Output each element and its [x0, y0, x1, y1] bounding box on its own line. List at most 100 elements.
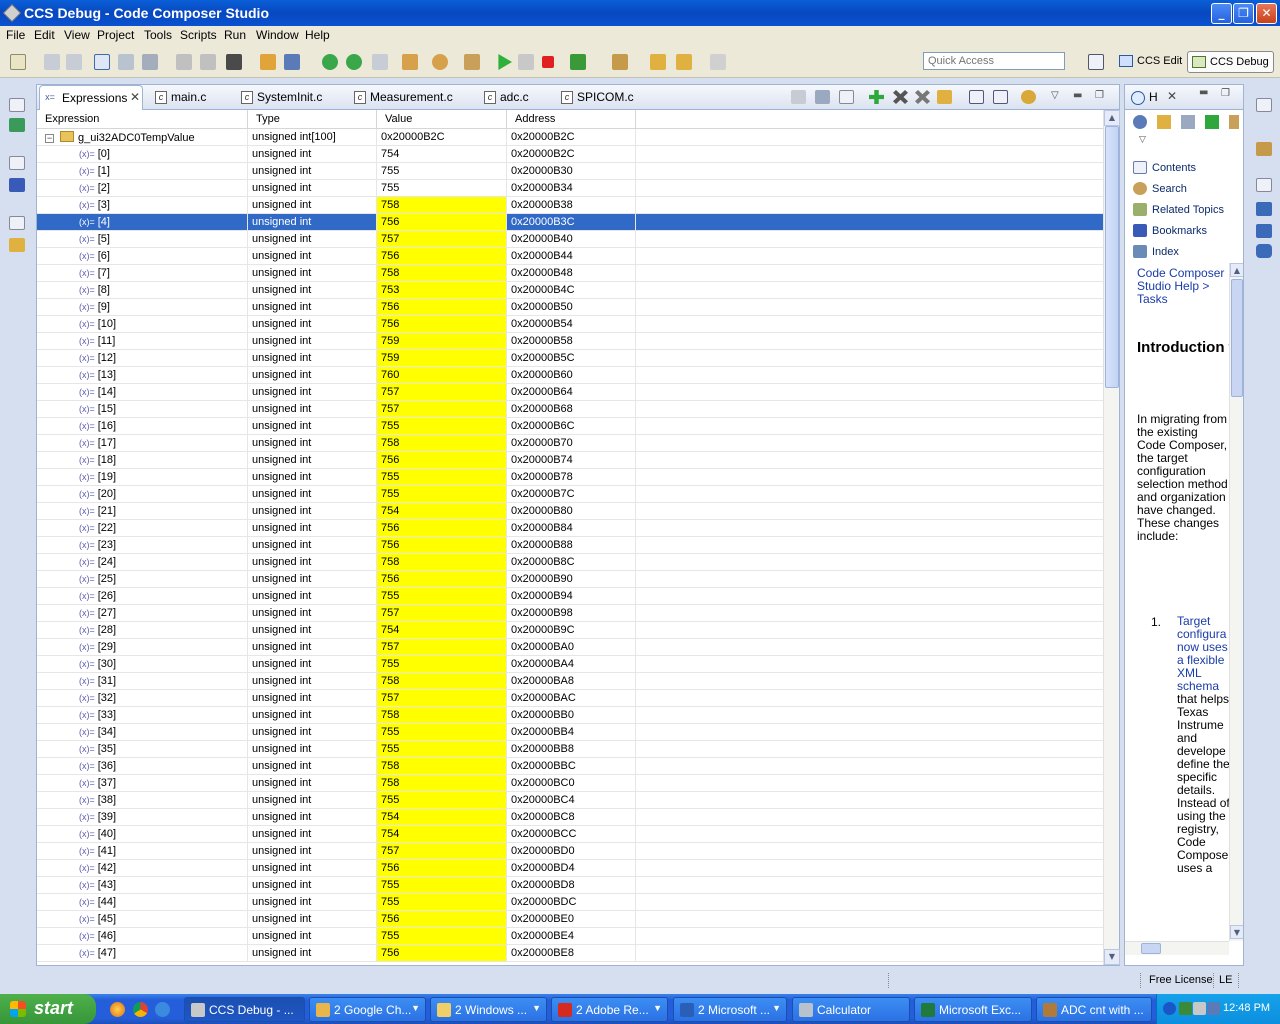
ie-icon[interactable]	[155, 1002, 170, 1017]
table-row[interactable]: (x)= [6] unsigned int 756 0x20000B44	[37, 248, 1103, 265]
minimize-button[interactable]: _	[1211, 3, 1232, 24]
value-cell[interactable]: 757	[377, 384, 507, 400]
vertical-scrollbar[interactable]: ▲ ▼	[1103, 110, 1120, 965]
help-horizontal-scrollbar[interactable]	[1125, 941, 1229, 955]
help-home-icon[interactable]	[1133, 115, 1147, 129]
maximize-button[interactable]: ❐	[1233, 3, 1254, 24]
help-tab-label[interactable]: H	[1149, 90, 1158, 104]
value-cell[interactable]: 754	[377, 826, 507, 842]
help-breadcrumb[interactable]: Code Composer Studio Help > Tasks	[1137, 267, 1225, 306]
scroll-up-icon[interactable]: ▲	[1104, 110, 1120, 126]
skip-breakpoints-icon[interactable]	[200, 54, 216, 70]
table-row[interactable]: (x)= [23] unsigned int 756 0x20000B88	[37, 537, 1103, 554]
console-trim-icon[interactable]	[9, 178, 25, 192]
restore-icon-2[interactable]	[9, 156, 25, 170]
resume-icon[interactable]	[498, 54, 512, 70]
scroll-thumb[interactable]	[1105, 126, 1119, 388]
value-cell[interactable]: 758	[377, 707, 507, 723]
value-cell[interactable]: 759	[377, 350, 507, 366]
value-cell[interactable]: 756	[377, 571, 507, 587]
help-link-bookmarks[interactable]: Bookmarks	[1152, 225, 1207, 237]
step-into-icon[interactable]	[322, 54, 338, 70]
scroll-down-icon[interactable]: ▼	[1104, 949, 1120, 965]
start-button[interactable]: start	[0, 994, 96, 1024]
col-header-expression[interactable]: Expression	[37, 110, 248, 129]
terminate-icon[interactable]	[542, 56, 554, 68]
save-all-icon[interactable]	[66, 54, 82, 70]
variables-trim-icon[interactable]	[1256, 244, 1272, 258]
table-row[interactable]: (x)= [17] unsigned int 758 0x20000B70	[37, 435, 1103, 452]
breakpoint-icon[interactable]	[176, 54, 192, 70]
table-row[interactable]: (x)= [25] unsigned int 756 0x20000B90	[37, 571, 1103, 588]
col-header-address[interactable]: Address	[507, 110, 636, 129]
table-row[interactable]: (x)= [13] unsigned int 760 0x20000B60	[37, 367, 1103, 384]
value-cell[interactable]: 756	[377, 911, 507, 927]
debug-config-icon[interactable]	[226, 54, 242, 70]
table-row[interactable]: (x)= [34] unsigned int 755 0x20000BB4	[37, 724, 1103, 741]
taskbar-button[interactable]: 2 Microsoft ... ▼	[673, 997, 787, 1022]
value-cell[interactable]: 758	[377, 673, 507, 689]
table-row[interactable]: (x)= [46] unsigned int 755 0x20000BE4	[37, 928, 1103, 945]
pin-icon[interactable]	[993, 90, 1008, 104]
value-cell[interactable]: 756	[377, 520, 507, 536]
table-row[interactable]: (x)= [39] unsigned int 754 0x20000BC8	[37, 809, 1103, 826]
table-row[interactable]: (x)= [10] unsigned int 756 0x20000B54	[37, 316, 1103, 333]
value-cell[interactable]: 757	[377, 231, 507, 247]
value-cell[interactable]: 756	[377, 214, 507, 230]
table-row[interactable]: (x)= [9] unsigned int 756 0x20000B50	[37, 299, 1103, 316]
value-cell[interactable]: 756	[377, 452, 507, 468]
menu-window[interactable]: Window	[256, 28, 299, 42]
value-cell[interactable]: 754	[377, 146, 507, 162]
help-print-icon[interactable]	[1181, 115, 1195, 129]
table-row[interactable]: (x)= [32] unsigned int 757 0x20000BAC	[37, 690, 1103, 707]
value-cell[interactable]: 758	[377, 775, 507, 791]
save-icon[interactable]	[44, 54, 60, 70]
table-row[interactable]: (x)= [18] unsigned int 756 0x20000B74	[37, 452, 1103, 469]
table-row[interactable]: (x)= [47] unsigned int 756 0x20000BE8	[37, 945, 1103, 962]
value-cell[interactable]: 756	[377, 537, 507, 553]
tray-network-icon[interactable]	[1179, 1002, 1192, 1015]
table-row[interactable]: (x)= [37] unsigned int 758 0x20000BC0	[37, 775, 1103, 792]
close-help-tab-icon[interactable]: ✕	[1167, 89, 1177, 103]
value-cell[interactable]: 758	[377, 554, 507, 570]
value-cell[interactable]: 757	[377, 639, 507, 655]
collapse-tree-icon[interactable]: −	[45, 134, 54, 143]
reset-icon[interactable]	[402, 54, 418, 70]
table-row[interactable]: (x)= [20] unsigned int 755 0x20000B7C	[37, 486, 1103, 503]
table-row[interactable]: (x)= [12] unsigned int 759 0x20000B5C	[37, 350, 1103, 367]
tab-systeminit-c[interactable]: c SystemInit.c	[239, 85, 349, 110]
help-vertical-scrollbar[interactable]: ▲ ▼	[1229, 263, 1243, 941]
restore-right-icon[interactable]	[1256, 98, 1272, 112]
help-link-index[interactable]: Index	[1152, 246, 1179, 258]
table-row[interactable]: (x)= [5] unsigned int 757 0x20000B40	[37, 231, 1103, 248]
taskbar-button[interactable]: 2 Adobe Re... ▼	[551, 997, 668, 1022]
table-row[interactable]: (x)= [7] unsigned int 758 0x20000B48	[37, 265, 1103, 282]
value-cell[interactable]: 753	[377, 282, 507, 298]
registers-trim-icon[interactable]	[1256, 202, 1272, 216]
table-row[interactable]: (x)= [31] unsigned int 758 0x20000BA8	[37, 673, 1103, 690]
table-row[interactable]: (x)= [8] unsigned int 753 0x20000B4C	[37, 282, 1103, 299]
value-cell[interactable]: 758	[377, 197, 507, 213]
value-cell[interactable]: 758	[377, 758, 507, 774]
help-scroll-up-icon[interactable]: ▲	[1230, 263, 1243, 277]
table-row[interactable]: (x)= [1] unsigned int 755 0x20000B30	[37, 163, 1103, 180]
help-scroll-down-icon[interactable]: ▼	[1230, 925, 1243, 939]
table-row[interactable]: (x)= [28] unsigned int 754 0x20000B9C	[37, 622, 1103, 639]
flash-icon[interactable]	[260, 54, 276, 70]
maximize-help-icon[interactable]: ❐	[1221, 88, 1230, 99]
external-tools-icon[interactable]	[612, 54, 628, 70]
menu-tools[interactable]: Tools	[144, 28, 172, 42]
tab-spicom-c[interactable]: c SPICOM.c	[559, 85, 659, 110]
taskbar-clock[interactable]: 12:48 PM	[1223, 1002, 1270, 1014]
menu-run[interactable]: Run	[224, 28, 246, 42]
open-perspective-icon[interactable]	[1088, 54, 1104, 70]
value-cell[interactable]: 755	[377, 588, 507, 604]
value-cell[interactable]: 757	[377, 690, 507, 706]
restore-icon[interactable]	[9, 98, 25, 112]
help-sync-icon[interactable]	[1157, 115, 1171, 129]
taskbar-button[interactable]: Calculator	[792, 997, 910, 1022]
step-over-icon[interactable]	[346, 54, 362, 70]
tray-security-icon[interactable]	[1193, 1002, 1206, 1015]
value-cell[interactable]: 755	[377, 469, 507, 485]
assembly-step-icon[interactable]	[464, 54, 480, 70]
